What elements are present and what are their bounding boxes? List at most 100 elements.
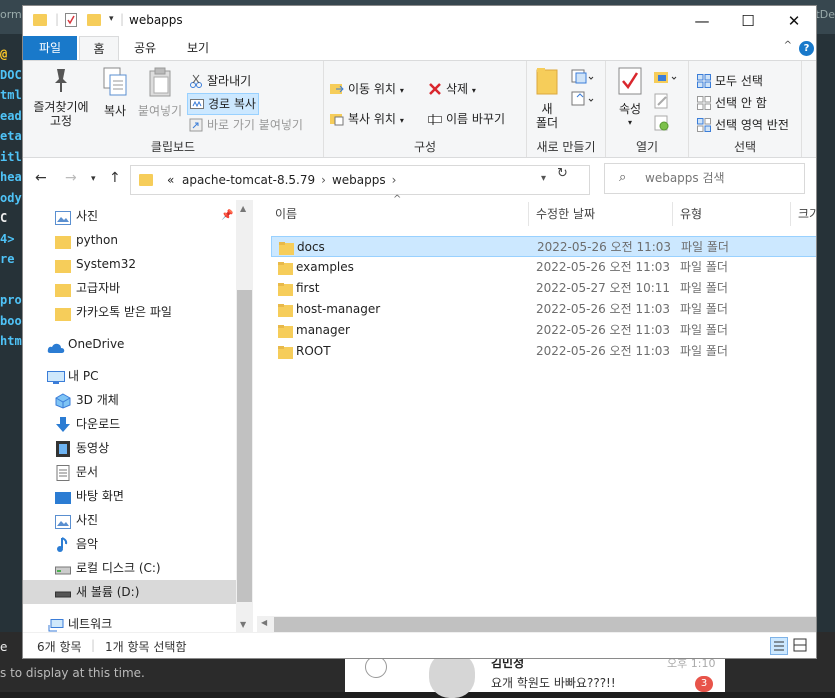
close-button[interactable]: ✕ [771,6,816,36]
column-divider[interactable] [672,202,673,226]
search-input[interactable] [643,170,797,186]
tab-home[interactable]: 홈 [79,36,119,61]
download-arrow-icon [55,417,71,432]
chevron-right-icon[interactable]: › [321,173,326,187]
edit-icon[interactable] [654,93,670,113]
details-view-icon[interactable] [770,637,788,655]
drive-icon [55,561,71,575]
tab-view[interactable]: 보기 [178,36,218,60]
breadcrumb-item[interactable]: apache-tomcat-8.5.79 [182,173,315,187]
nav-item-downloads[interactable]: 다운로드 [23,412,236,436]
nav-item-music[interactable]: 음악 [23,532,236,556]
nav-scrollbar[interactable]: ▲ ▼ [236,200,253,632]
help-icon[interactable]: ? [799,41,814,56]
nav-label: 사진 [76,209,99,223]
cut-button[interactable]: 잘라내기 [189,71,251,91]
scroll-up-icon[interactable]: ▲ [240,204,246,213]
properties-button[interactable]: 속성 ▾ [612,67,648,130]
minimize-button[interactable]: — [679,6,725,36]
nav-item-python[interactable]: python [23,228,236,252]
invert-selection-button[interactable]: 선택 영역 반전 [697,115,789,135]
pin-to-quick-access-button[interactable]: 즐겨찾기에 고정 [27,67,95,128]
tab-file[interactable]: 파일 [23,36,77,60]
column-header-date[interactable]: 수정한 날짜 [536,200,595,228]
new-folder-button[interactable]: 새 폴더 [527,67,567,130]
paste-button[interactable]: 붙여넣기 [135,67,185,118]
tab-share[interactable]: 공유 [125,36,165,60]
copy-path-button[interactable]: 경로 복사 [187,93,259,115]
desktop-icon [55,489,71,504]
maximize-button[interactable]: ☐ [725,6,771,36]
history-icon[interactable] [654,115,670,135]
large-icons-view-icon[interactable] [792,637,810,655]
nav-item-local-disk-c[interactable]: 로컬 디스크 (C:) [23,556,236,580]
address-bar[interactable]: « apache-tomcat-8.5.79 › webapps › ▾ [130,165,590,195]
delete-button[interactable]: 삭제 ▾ [428,79,476,99]
column-divider[interactable] [790,202,791,226]
breadcrumb-overflow[interactable]: « [167,173,174,187]
new-folder-icon[interactable] [87,14,101,26]
nav-item-this-pc[interactable]: 내 PC [23,364,236,388]
title-bar[interactable]: | ▾ | webapps — ☐ ✕ [23,6,816,36]
scroll-down-icon[interactable]: ▼ [240,620,246,629]
collapse-ribbon-icon[interactable]: ^ [784,40,792,51]
file-row-first[interactable]: first 2022-05-27 오전 10:11 파일 폴더 [271,278,816,299]
customize-dropdown-icon[interactable]: ▾ [109,14,114,24]
nav-item-kakaotalk[interactable]: 카카오톡 받은 파일 [23,300,236,324]
column-header-type[interactable]: 유형 [680,200,702,228]
nav-item-videos[interactable]: 동영상 [23,436,236,460]
nav-item-desktop[interactable]: 바탕 화면 [23,484,236,508]
column-header-size[interactable]: 크기 [798,200,816,228]
nav-item-system32[interactable]: System32 [23,252,236,276]
select-all-button[interactable]: 모두 선택 [697,71,763,91]
select-all-label: 모두 선택 [715,74,763,88]
back-arrow-icon[interactable]: ← [35,170,47,186]
easy-access-icon[interactable] [571,91,595,111]
file-name: docs [297,240,325,254]
nav-item-volume-d[interactable]: 새 볼륨 (D:) [23,580,236,604]
scrollbar-thumb[interactable] [237,290,252,602]
pin-icon[interactable]: 📌 [221,204,233,228]
music-note-icon [55,537,71,552]
column-divider[interactable] [528,202,529,226]
file-row-docs[interactable]: docs 2022-05-26 오전 11:03 파일 폴더 [271,236,816,257]
file-row-examples[interactable]: examples 2022-05-26 오전 11:03 파일 폴더 [271,257,816,278]
panel-tab[interactable]: e [0,640,7,654]
scroll-left-icon[interactable]: ◀ [261,618,267,627]
properties-icon[interactable] [65,13,77,30]
nav-item-pictures[interactable]: 사진 📌 [23,204,236,228]
nav-item-onedrive[interactable]: OneDrive [23,332,236,356]
scrollbar-thumb[interactable] [274,617,816,632]
file-row-root[interactable]: ROOT 2022-05-26 오전 11:03 파일 폴더 [271,341,816,362]
column-header-name[interactable]: 이름 [275,200,297,228]
new-item-icon[interactable] [571,69,595,89]
open-icon[interactable] [654,69,680,89]
editor-tab-right[interactable]: tDe [815,8,835,21]
refresh-icon[interactable]: ↻ [557,166,568,181]
rename-button[interactable]: 이름 바꾸기 [428,109,505,129]
nav-item-3d-objects[interactable]: 3D 개체 [23,388,236,412]
nav-item-documents[interactable]: 문서 [23,460,236,484]
address-dropdown-icon[interactable]: ▾ [541,173,546,184]
horizontal-scrollbar[interactable]: ◀ [257,616,816,633]
copy-button[interactable]: 복사 [97,67,133,118]
nav-label: 바탕 화면 [76,489,124,503]
recent-locations-icon[interactable]: ▾ [91,174,96,184]
breadcrumb: « apache-tomcat-8.5.79 › webapps › [167,173,402,187]
file-row-host-manager[interactable]: host-manager 2022-05-26 오전 11:03 파일 폴더 [271,299,816,320]
nav-item-advanced-java[interactable]: 고급자바 [23,276,236,300]
move-to-button[interactable]: 이동 위치 ▾ [330,79,404,99]
file-date: 2022-05-26 오전 11:03 [537,240,672,254]
search-box[interactable]: ⌕ [604,163,805,194]
chevron-right-icon[interactable]: › [392,173,397,187]
cloud-icon [47,338,65,353]
emoji-icon[interactable] [365,656,387,678]
copy-to-button[interactable]: 복사 위치 ▾ [330,109,404,129]
file-row-manager[interactable]: manager 2022-05-26 오전 11:03 파일 폴더 [271,320,816,341]
select-none-button[interactable]: 선택 안 함 [697,93,767,113]
nav-item-pictures-pc[interactable]: 사진 [23,508,236,532]
forward-arrow-icon[interactable]: → [65,170,77,186]
up-arrow-icon[interactable]: ↑ [109,170,121,186]
paste-shortcut-button[interactable]: 바로 가기 붙여넣기 [189,115,303,135]
breadcrumb-item[interactable]: webapps [332,173,386,187]
